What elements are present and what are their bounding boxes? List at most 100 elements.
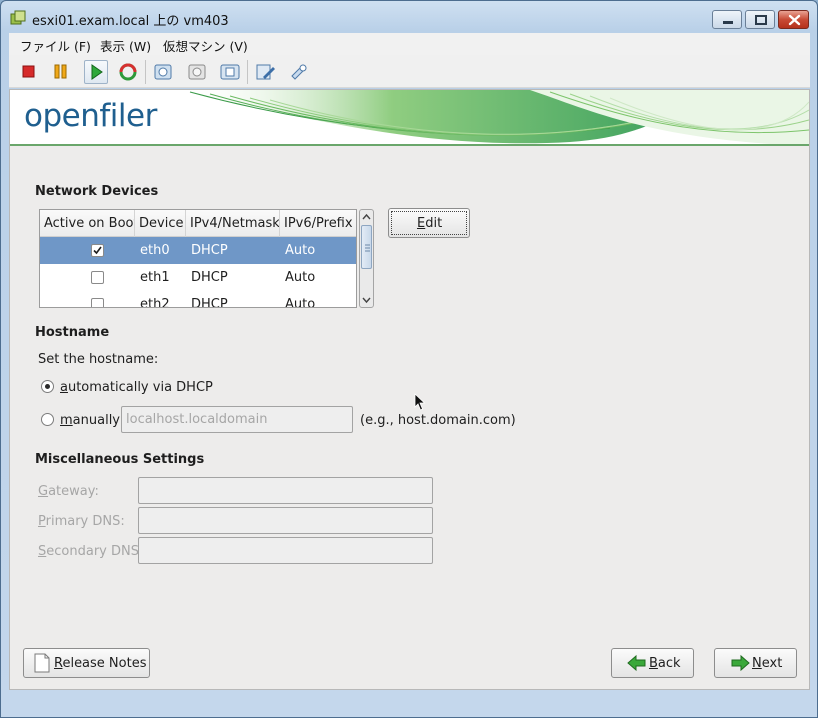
snapshot-button[interactable] <box>151 60 175 84</box>
primary-dns-field[interactable] <box>138 507 433 534</box>
manage-snapshots-button[interactable] <box>218 60 242 84</box>
reset-button[interactable] <box>116 60 140 84</box>
hostname-input[interactable] <box>122 407 352 432</box>
manual-mnemonic: m <box>60 413 73 428</box>
maximize-icon <box>755 15 767 25</box>
hostname-title: Hostname <box>35 325 110 340</box>
hostname-example: (e.g., host.domain.com) <box>360 413 516 428</box>
manual-label-rest: anually <box>72 413 120 428</box>
edit-button-label: Edit <box>417 216 442 231</box>
hostname-auto-label[interactable]: automatically via DHCP <box>60 380 213 395</box>
gateway-mnemonic: G <box>38 484 49 499</box>
maximize-button[interactable] <box>745 10 775 29</box>
close-button[interactable] <box>778 10 809 29</box>
hostname-prompt: Set the hostname: <box>38 352 159 367</box>
hostname-manual-label[interactable]: manually <box>60 413 120 428</box>
reset-icon <box>119 63 137 81</box>
primary-dns-input[interactable] <box>139 508 432 533</box>
device-name: eth2 <box>140 297 170 308</box>
primary-dns-label-rest: rimary DNS: <box>45 514 125 529</box>
edit-settings-button[interactable] <box>253 60 277 84</box>
devices-icon <box>291 64 307 80</box>
hostname-manual-radio[interactable] <box>41 413 54 426</box>
network-devices-title: Network Devices <box>35 184 159 199</box>
document-icon <box>34 653 50 673</box>
table-row[interactable]: eth1 DHCP Auto <box>40 264 356 291</box>
toolbar <box>9 55 810 88</box>
scroll-up-icon[interactable] <box>360 211 373 223</box>
stop-icon <box>22 65 35 78</box>
revert-snapshot-button[interactable] <box>185 60 209 84</box>
minimize-icon <box>723 21 733 24</box>
gateway-input[interactable] <box>139 478 432 503</box>
menu-bar: ファイル (F) 表示 (W) 仮想マシン (V) <box>9 33 810 55</box>
device-name: eth0 <box>140 243 170 258</box>
next-label-rest: ext <box>761 656 783 671</box>
hostname-auto-radio[interactable] <box>41 380 54 393</box>
pause-icon <box>54 64 67 79</box>
close-icon <box>788 14 801 26</box>
vm-console-icon <box>10 10 26 25</box>
next-mnemonic: N <box>752 656 762 671</box>
active-on-boot-checkbox[interactable] <box>91 244 104 257</box>
ipv4-value: DHCP <box>191 270 228 285</box>
next-button[interactable]: Next <box>714 648 797 678</box>
release-notes-label-rest: elease Notes <box>62 656 147 671</box>
window-title: esxi01.exam.local 上の vm403 <box>32 14 229 29</box>
next-label: Next <box>752 656 782 671</box>
title-bar[interactable]: esxi01.exam.local 上の vm403 <box>1 1 817 33</box>
installer-banner: openfiler <box>10 90 809 146</box>
misc-settings-title: Miscellaneous Settings <box>35 452 205 467</box>
auto-mnemonic: a <box>60 380 68 395</box>
active-on-boot-checkbox[interactable] <box>91 298 104 307</box>
edit-label-rest: dit <box>425 216 443 231</box>
table-row[interactable]: eth0 DHCP Auto <box>40 237 356 264</box>
gateway-field[interactable] <box>138 477 433 504</box>
menu-view[interactable]: 表示 (W) <box>100 36 151 55</box>
manage-snapshots-icon <box>220 64 240 80</box>
devices-button[interactable] <box>287 60 311 84</box>
back-button[interactable]: Back <box>611 648 694 678</box>
toolbar-separator <box>145 60 146 84</box>
mouse-pointer-icon <box>414 393 426 411</box>
stop-button[interactable] <box>16 60 40 84</box>
device-name: eth1 <box>140 270 170 285</box>
ipv4-value: DHCP <box>191 297 228 308</box>
back-mnemonic: B <box>649 656 658 671</box>
scrollbar-thumb[interactable] <box>361 225 372 269</box>
ipv4-value: DHCP <box>191 243 228 258</box>
minimize-button[interactable] <box>712 10 742 29</box>
arrow-left-icon <box>627 654 646 672</box>
hostname-field[interactable] <box>121 406 353 433</box>
release-notes-button[interactable]: Release Notes <box>23 648 150 678</box>
play-button[interactable] <box>84 60 108 84</box>
menu-file[interactable]: ファイル (F) <box>20 36 91 55</box>
checkmark-icon <box>93 246 102 255</box>
vm-console-window: esxi01.exam.local 上の vm403 ファイル (F) 表示 (… <box>0 0 818 718</box>
ipv6-value: Auto <box>285 243 316 258</box>
column-header-device[interactable]: Device <box>135 210 186 237</box>
secondary-dns-label-rest: econdary DNS: <box>46 544 144 559</box>
edit-button[interactable]: Edit <box>388 208 470 238</box>
secondary-dns-field[interactable] <box>138 537 433 564</box>
secondary-dns-input[interactable] <box>139 538 432 563</box>
banner-swoosh-graphic <box>180 90 809 144</box>
active-on-boot-checkbox[interactable] <box>91 271 104 284</box>
table-scrollbar[interactable] <box>359 209 374 308</box>
play-icon <box>91 64 103 80</box>
grip-icon <box>365 244 370 252</box>
scroll-down-icon[interactable] <box>360 294 373 306</box>
guest-console-screen[interactable]: openfiler Network Devices Active on Boot… <box>9 89 810 690</box>
gateway-label-rest: ateway: <box>48 484 99 499</box>
column-header-ipv4[interactable]: IPv4/Netmask <box>186 210 280 237</box>
menu-vm[interactable]: 仮想マシン (V) <box>163 36 248 55</box>
toolbar-separator <box>247 60 248 84</box>
column-header-ipv6[interactable]: IPv6/Prefix <box>280 210 356 237</box>
column-header-active[interactable]: Active on Boot <box>40 210 135 237</box>
ipv6-value: Auto <box>285 297 316 308</box>
pause-button[interactable] <box>49 60 73 84</box>
edit-mnemonic: E <box>417 216 426 231</box>
primary-dns-mnemonic: P <box>38 514 46 529</box>
network-devices-table[interactable]: Active on Boot Device IPv4/Netmask IPv6/… <box>39 209 357 308</box>
table-row[interactable]: eth2 DHCP Auto <box>40 291 356 308</box>
